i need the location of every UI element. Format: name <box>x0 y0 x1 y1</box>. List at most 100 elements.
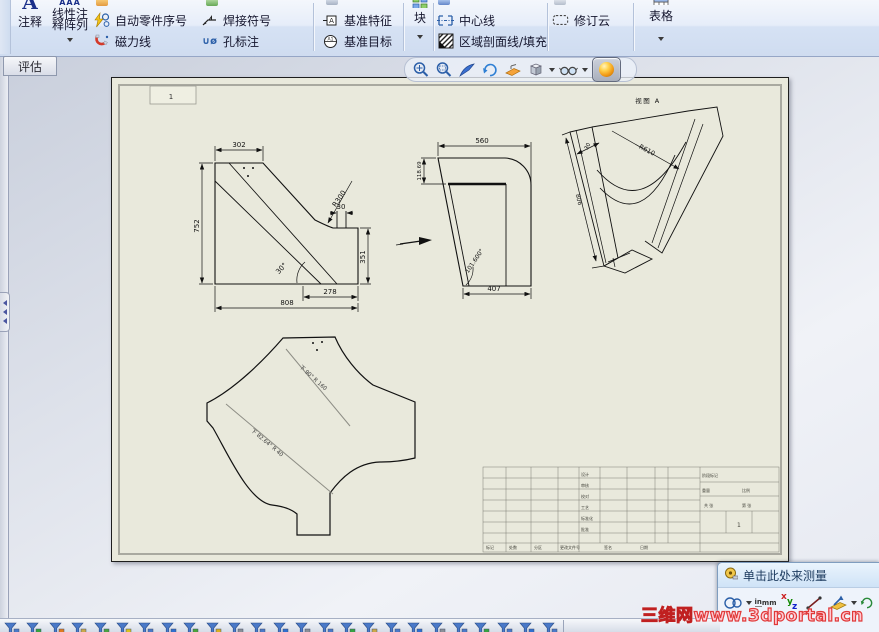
tab-evaluate[interactable]: 评估 <box>3 56 57 76</box>
table-icon <box>638 0 684 5</box>
weld-symbol-button[interactable]: 焊接符号 <box>201 11 271 29</box>
datum-target-label: 基准目标 <box>344 34 393 49</box>
zoom-to-fit-button[interactable] <box>411 60 430 79</box>
block-label: 块 <box>413 11 426 25</box>
cropped-icon-stub <box>326 0 338 5</box>
taskbar-app-icon[interactable] <box>273 620 289 632</box>
centerline-icon <box>437 12 454 29</box>
linear-note-label-2: 释阵列 <box>51 18 88 32</box>
block-icon <box>407 0 433 8</box>
chevron-down-icon[interactable] <box>67 38 73 42</box>
taskbar-app-icon[interactable] <box>497 620 513 632</box>
revision-cloud-button[interactable]: 修订云 <box>552 11 610 29</box>
tape-measure-icon <box>724 567 739 584</box>
taskbar-app-icon[interactable] <box>116 620 132 632</box>
hide-show-items-button[interactable] <box>559 60 578 79</box>
taskbar-app-icon[interactable] <box>93 620 110 632</box>
taskbar-app-icon[interactable] <box>49 620 65 632</box>
linear-note-pattern-button[interactable]: AAA 线性注 释阵列 <box>48 0 92 54</box>
measure-panel-title: 单击此处来测量 <box>743 568 828 583</box>
table-button[interactable]: 表格 <box>638 0 684 54</box>
cropped-icon-stub <box>554 0 566 5</box>
collapse-arrow-icon <box>2 300 7 306</box>
rotate-view-button[interactable] <box>480 60 499 79</box>
taskbar-app-icon[interactable] <box>161 620 177 632</box>
centerline-button[interactable]: 中心线 <box>437 11 495 29</box>
collapse-arrow-icon <box>2 318 7 324</box>
feature-tree-collapse-handle[interactable] <box>0 292 10 332</box>
taskbar-app-icon[interactable] <box>4 620 20 632</box>
magnetic-line-button[interactable]: 磁力线 <box>93 32 151 50</box>
taskbar-app-icon[interactable] <box>340 620 356 632</box>
chevron-down-icon[interactable] <box>582 67 588 72</box>
note-label: 注释 <box>17 15 42 29</box>
sheet-margin-border <box>118 84 782 555</box>
taskbar[interactable] <box>0 618 720 632</box>
magnetic-line-icon <box>93 33 110 50</box>
weld-symbol-icon <box>201 12 218 29</box>
taskbar-app-icon[interactable] <box>295 620 311 632</box>
taskbar-app-icon[interactable] <box>26 620 42 632</box>
chevron-down-icon[interactable] <box>417 35 423 39</box>
area-hatch-label: 区域剖面线/填充 <box>459 34 548 49</box>
taskbar-app-icon[interactable] <box>429 620 446 632</box>
taskbar-app-icon[interactable] <box>541 620 558 632</box>
drawing-sheet[interactable] <box>111 77 789 562</box>
cropped-left-button[interactable] <box>0 0 11 54</box>
chevron-down-icon[interactable] <box>658 37 664 41</box>
datum-target-icon: A1 <box>322 33 339 50</box>
svg-text:A: A <box>329 17 334 25</box>
hole-callout-button[interactable]: ∪ø 孔标注 <box>201 32 259 50</box>
3d-drawing-view-button[interactable] <box>503 60 522 79</box>
solidworks-window: 1 302 752 R300 30 351 30° 278 808 560 11… <box>0 0 879 632</box>
taskbar-app-icon[interactable] <box>138 620 154 632</box>
taskbar-app-icon[interactable] <box>407 620 423 632</box>
left-panel-edge <box>0 56 9 618</box>
datum-feature-button[interactable]: A 基准特征 <box>322 11 392 29</box>
auto-balloon-icon <box>93 11 110 29</box>
area-hatch-icon <box>437 33 454 50</box>
taskbar-app-icon[interactable] <box>71 620 87 632</box>
note-button[interactable]: A 注释 <box>13 0 47 54</box>
ribbon-separator <box>547 3 548 51</box>
taskbar-app-icon[interactable] <box>250 620 266 632</box>
magnetic-line-label: 磁力线 <box>115 34 152 49</box>
measure-panel-header[interactable]: 单击此处来测量 <box>718 563 879 588</box>
datum-target-button[interactable]: A1 基准目标 <box>322 32 392 50</box>
svg-text:A1: A1 <box>328 36 334 42</box>
auto-balloon-button[interactable]: 自动零件序号 <box>93 11 187 29</box>
watermark-url: www.3dportal.cn <box>693 605 864 626</box>
hole-callout-icon: ∪ø <box>202 35 217 47</box>
cropped-icon-stub <box>206 0 218 6</box>
taskbar-icons <box>0 619 720 632</box>
area-hatch-button[interactable]: 区域剖面线/填充 <box>437 32 547 50</box>
zoom-to-area-button[interactable] <box>434 60 453 79</box>
tab-evaluate-label: 评估 <box>17 59 42 74</box>
ribbon-separator <box>313 3 314 51</box>
table-label: 表格 <box>648 9 673 23</box>
taskbar-app-icon[interactable] <box>228 620 244 632</box>
previous-view-button[interactable] <box>457 60 476 79</box>
taskbar-separator <box>563 620 564 632</box>
chevron-down-icon[interactable] <box>549 67 555 72</box>
taskbar-app-icon[interactable] <box>317 620 334 632</box>
taskbar-app-icon[interactable] <box>205 620 222 632</box>
datum-feature-icon: A <box>322 12 339 29</box>
heads-up-view-toolbar <box>404 57 637 82</box>
block-button[interactable]: 块 <box>407 0 433 54</box>
datum-feature-label: 基准特征 <box>344 13 393 28</box>
taskbar-app-icon[interactable] <box>385 620 401 632</box>
display-style-button[interactable] <box>526 60 545 79</box>
taskbar-app-icon[interactable] <box>519 620 535 632</box>
taskbar-app-icon[interactable] <box>452 620 468 632</box>
taskbar-app-icon[interactable] <box>474 620 490 632</box>
shaded-view-button-active[interactable] <box>592 57 621 82</box>
cropped-icon-stub <box>438 0 450 5</box>
watermark: 三维网www.3dportal.cn <box>641 601 864 626</box>
taskbar-app-icon[interactable] <box>183 620 199 632</box>
sphere-icon <box>599 62 614 77</box>
ribbon-separator <box>433 3 434 51</box>
linear-note-pattern-icon: AAA <box>59 0 81 7</box>
taskbar-app-icon[interactable] <box>362 620 378 632</box>
revision-cloud-label: 修订云 <box>574 13 611 28</box>
